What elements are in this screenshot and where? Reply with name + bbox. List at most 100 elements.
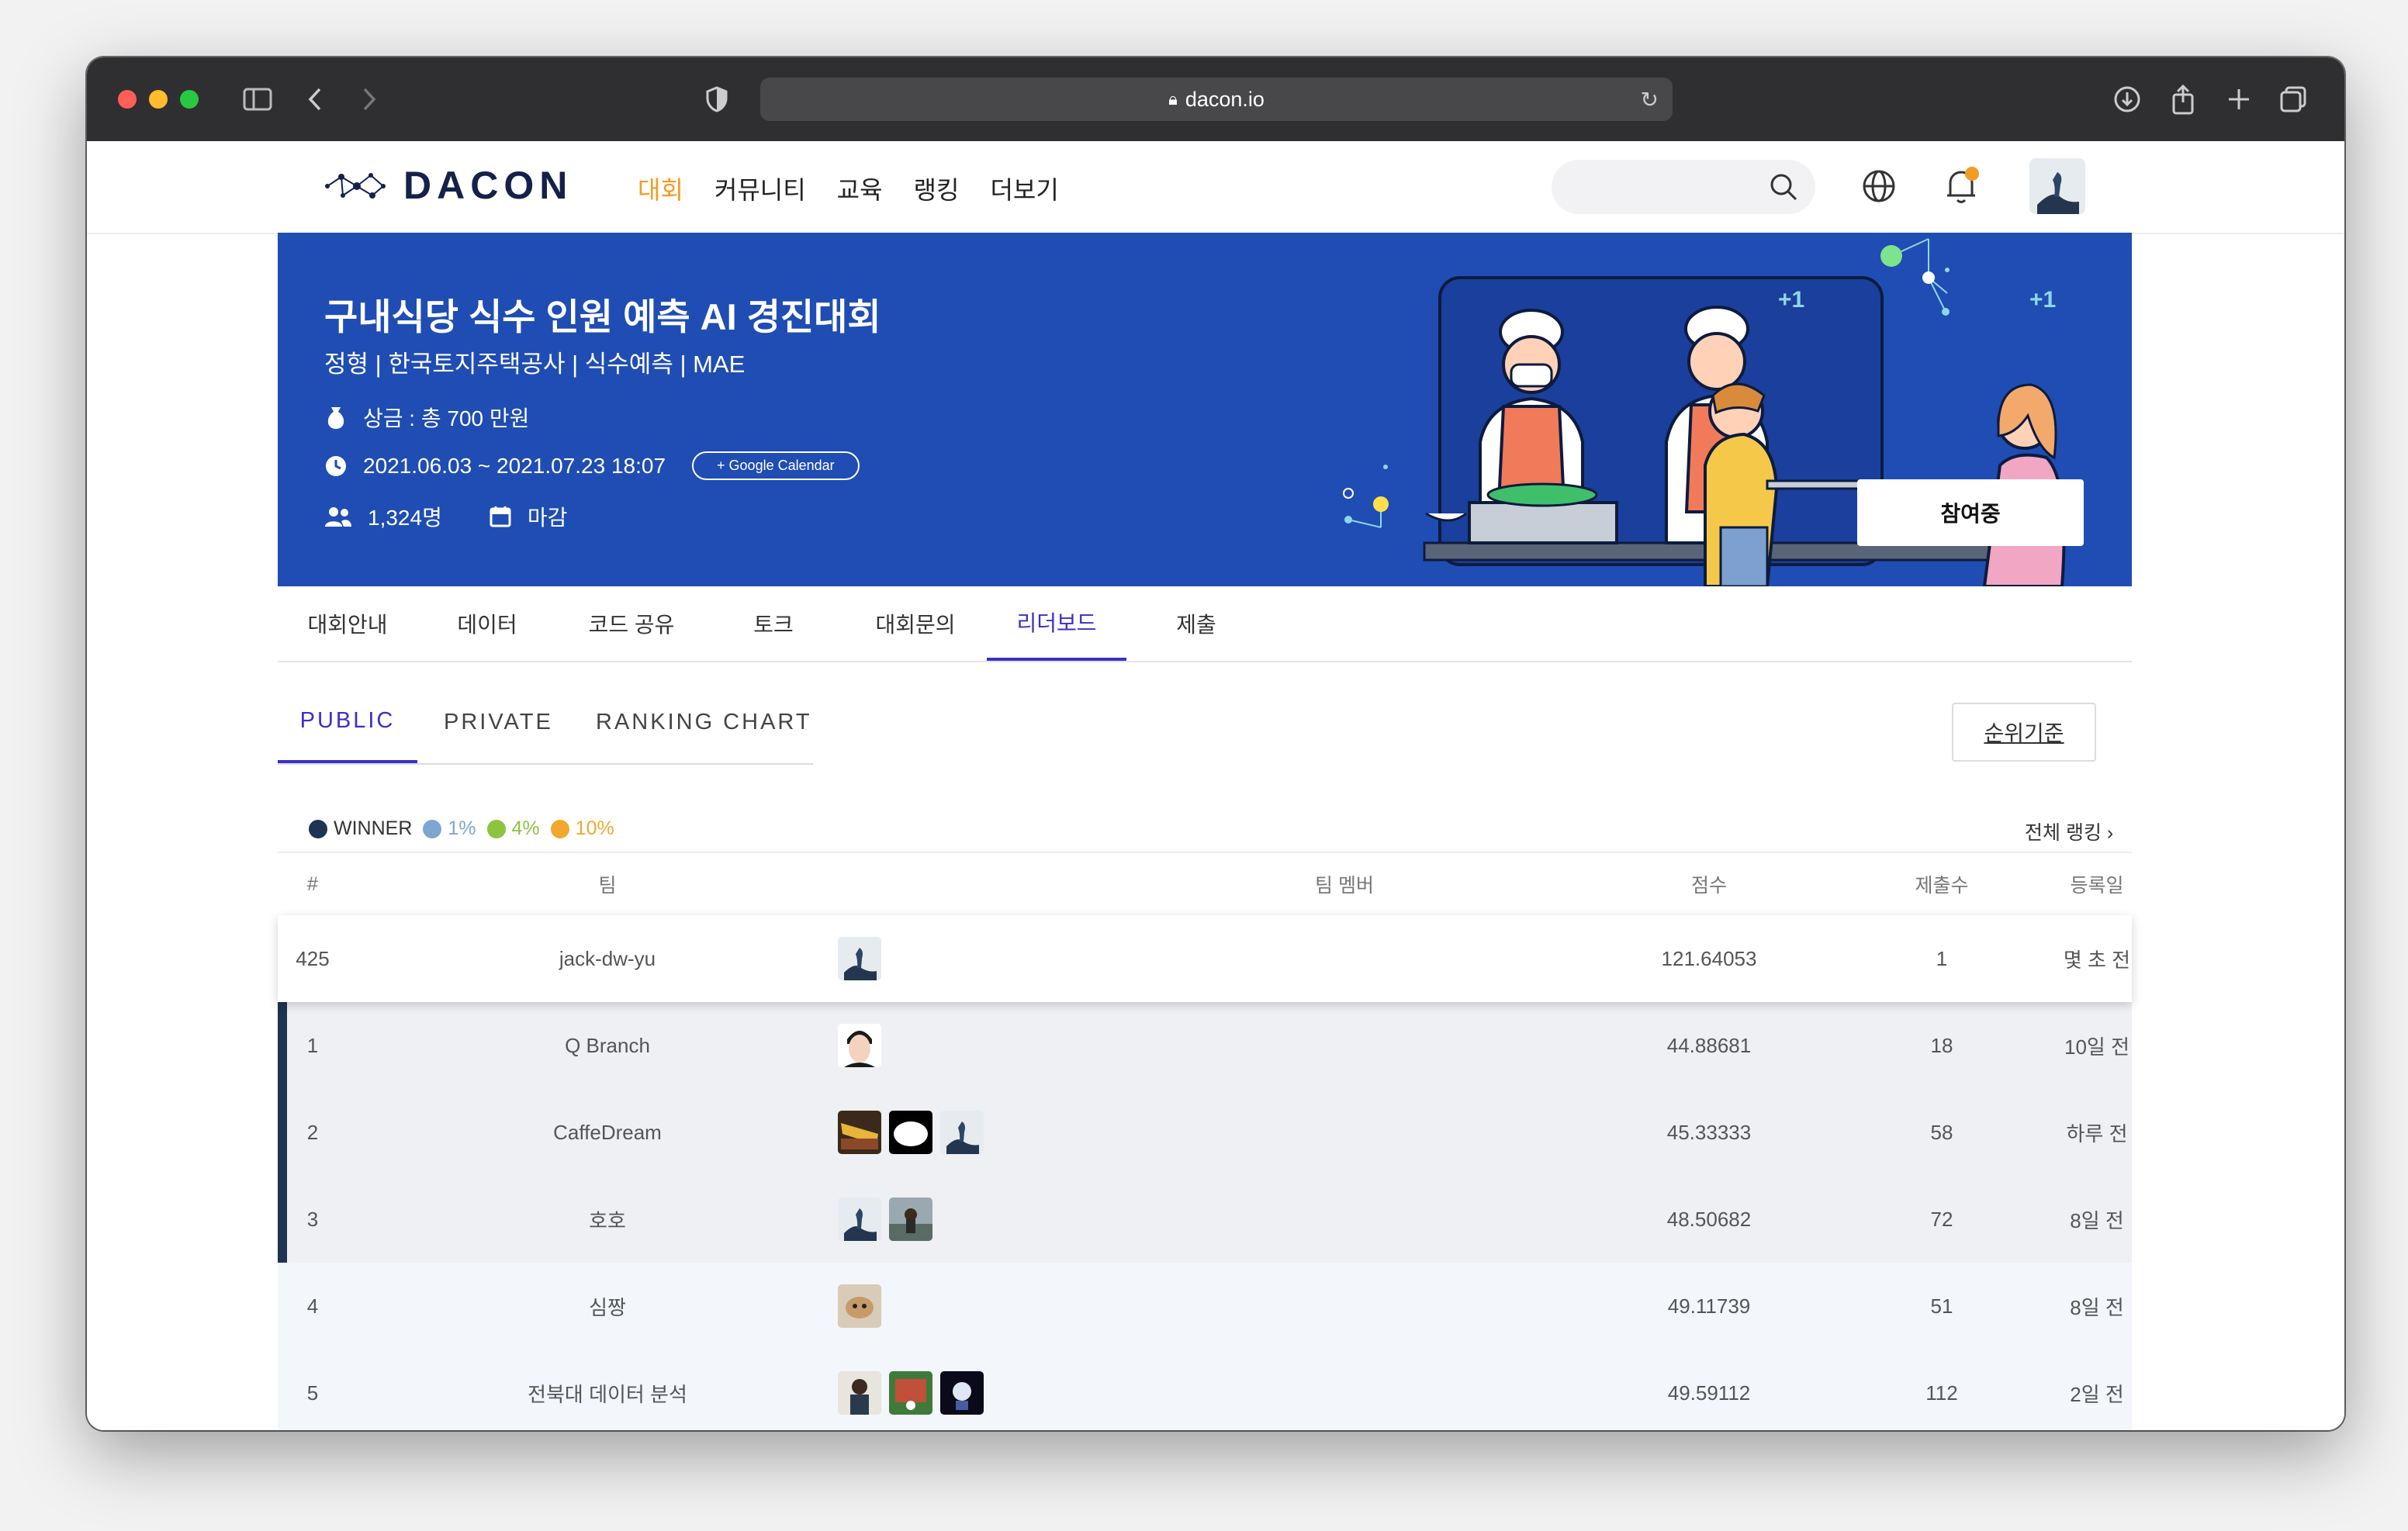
date-cell: 8일 전 [2070, 1295, 2124, 1319]
google-calendar-button[interactable]: + Google Calendar [692, 451, 860, 480]
date-cell: 10일 전 [2064, 1035, 2129, 1059]
page-content: DACON 대회 커뮤니티 교육 랭킹 더보기 구내식당 식수 인원 예측 AI… [87, 141, 2344, 1430]
subtab-public[interactable]: PUBLIC [278, 681, 417, 763]
share-icon[interactable] [2164, 81, 2202, 118]
table-row[interactable]: 1 Q Branch 44.88681 18 10일 전 [278, 1002, 2132, 1090]
tab-leaderboard[interactable]: 리더보드 [987, 586, 1126, 661]
team-cell[interactable]: CaffeDream [479, 1089, 735, 1176]
table-row[interactable]: 2 CaffeDream 45.33333 58 하루 전 [278, 1089, 2132, 1177]
new-tab-icon[interactable] [2220, 81, 2258, 118]
member-avatar[interactable] [838, 1111, 881, 1154]
table-row[interactable]: 5 전북대 데이터 분석 49.59112 112 2일 전 [278, 1350, 2132, 1430]
close-window-button[interactable] [118, 90, 137, 109]
browser-window: 🔒︎ dacon.io ↻ DACON 대회 커뮤니티 교육 랭킹 더보기 구내… [87, 57, 2344, 1430]
main-menu: 대회 커뮤니티 교육 랭킹 더보기 [638, 171, 1059, 206]
tab-inquiry[interactable]: 대회문의 [844, 586, 987, 661]
tab-talk[interactable]: 토크 [703, 586, 844, 661]
privacy-shield-icon[interactable] [698, 81, 735, 118]
participants-count: 1,324명 [368, 506, 442, 530]
forward-icon[interactable] [351, 81, 388, 118]
rank-cell: 425 [296, 946, 330, 970]
leaderboard-table: # 팀 팀 멤버 점수 제출수 등록일 425 jack-dw-yu 121.6… [278, 852, 2132, 1430]
submissions-cell: 112 [1925, 1381, 1958, 1405]
table-row[interactable]: 4 심짱 49.11739 51 8일 전 [278, 1263, 2132, 1351]
submissions-cell: 72 [1930, 1207, 1953, 1231]
my-team-row[interactable]: 425 jack-dw-yu 121.64053 1 몇 초 전 [278, 915, 2132, 1002]
dacon-logo-icon [325, 173, 386, 199]
member-avatar[interactable] [940, 1371, 984, 1415]
team-cell[interactable]: 심짱 [479, 1263, 735, 1350]
reload-icon[interactable]: ↻ [1641, 87, 1659, 112]
members-cell [838, 1089, 984, 1176]
date-cell: 2일 전 [2070, 1382, 2124, 1406]
download-icon[interactable] [2109, 81, 2146, 118]
search-input[interactable] [1552, 160, 1815, 214]
submissions-cell: 51 [1930, 1294, 1953, 1318]
member-avatar[interactable] [889, 1371, 932, 1415]
member-avatar[interactable] [889, 1111, 932, 1154]
tab-overview-icon[interactable] [2275, 81, 2312, 118]
prize-text: 상금 : 총 700 만원 [363, 406, 530, 430]
team-cell[interactable]: 전북대 데이터 분석 [479, 1350, 735, 1430]
members-cell [838, 915, 881, 1002]
menu-item-education[interactable]: 교육 [837, 171, 883, 206]
address-bar[interactable]: 🔒︎ dacon.io ↻ [760, 78, 1673, 121]
team-cell[interactable]: Q Branch [479, 1002, 735, 1089]
plus-one-label-2: +1 [2029, 287, 2056, 313]
tab-submit[interactable]: 제출 [1126, 586, 1266, 661]
search-icon[interactable] [1769, 172, 1798, 202]
member-avatar[interactable] [838, 1197, 881, 1241]
submissions-cell: 1 [1936, 946, 1948, 970]
join-status-button[interactable]: 참여중 [1857, 479, 2084, 546]
legend-top-10: 10% [550, 817, 614, 840]
table-row[interactable]: 3 호호 48.50682 72 8일 전 [278, 1176, 2132, 1264]
minimize-window-button[interactable] [149, 90, 168, 109]
member-avatar[interactable] [838, 1371, 881, 1415]
submissions-cell: 58 [1930, 1120, 1953, 1144]
score-cell: 45.33333 [1666, 1120, 1752, 1144]
back-icon[interactable] [296, 81, 334, 118]
member-avatar[interactable] [889, 1197, 932, 1241]
member-avatar[interactable] [940, 1111, 984, 1154]
member-avatar[interactable] [838, 1284, 881, 1328]
bell-icon[interactable] [1939, 164, 1983, 208]
zoom-window-button[interactable] [180, 90, 199, 109]
menu-item-community[interactable]: 커뮤니티 [714, 171, 806, 206]
rank-cell: 4 [306, 1294, 319, 1318]
member-avatar[interactable] [838, 1024, 881, 1067]
full-ranking-link[interactable]: 전체 랭킹 › [2025, 817, 2113, 845]
competition-tags: 정형 | 한국토지주택공사 | 식수예측 | MAE [324, 351, 746, 378]
team-cell[interactable]: jack-dw-yu [479, 915, 735, 1002]
tab-data[interactable]: 데이터 [417, 586, 557, 661]
date-cell: 8일 전 [2070, 1208, 2124, 1232]
subtab-ranking-chart[interactable]: RANKING CHART [596, 681, 812, 763]
competition-tabs: 대회안내 데이터 코드 공유 토크 대회문의 리더보드 제출 [278, 586, 2132, 662]
sidebar-toggle-icon[interactable] [239, 81, 276, 118]
menu-item-ranking[interactable]: 랭킹 [914, 171, 960, 206]
clock-icon [326, 455, 346, 476]
header-submissions: 제출수 [1915, 875, 1969, 897]
money-bag-icon [327, 407, 344, 429]
menu-item-competitions[interactable]: 대회 [638, 171, 683, 206]
members-cell [838, 1002, 881, 1089]
menu-item-more[interactable]: 더보기 [990, 171, 1058, 206]
tab-code-share[interactable]: 코드 공유 [560, 586, 703, 661]
people-icon [325, 507, 351, 527]
header-score: 점수 [1690, 875, 1727, 897]
tab-overview[interactable]: 대회안내 [278, 586, 417, 661]
table-header: # 팀 팀 멤버 점수 제출수 등록일 [278, 852, 2132, 917]
subtab-private[interactable]: PRIVATE [444, 681, 553, 763]
team-cell[interactable]: 호호 [479, 1176, 735, 1263]
user-avatar[interactable] [2029, 158, 2085, 214]
globe-icon[interactable] [1857, 164, 1901, 208]
rank-criteria-button[interactable]: 순위기준 [1952, 703, 2096, 762]
period-text: 2021.06.03 ~ 2021.07.23 18:07 [363, 453, 666, 478]
score-cell: 44.88681 [1666, 1033, 1752, 1057]
period-row: 2021.06.03 ~ 2021.07.23 18:07 + Google C… [324, 451, 860, 480]
score-cell: 49.11739 [1667, 1294, 1751, 1318]
date-cell: 몇 초 전 [2063, 948, 2131, 972]
member-avatar[interactable] [838, 937, 881, 980]
site-logo[interactable]: DACON [324, 163, 573, 208]
rank-cell: 3 [306, 1207, 319, 1231]
logo-text: DACON [403, 164, 573, 207]
